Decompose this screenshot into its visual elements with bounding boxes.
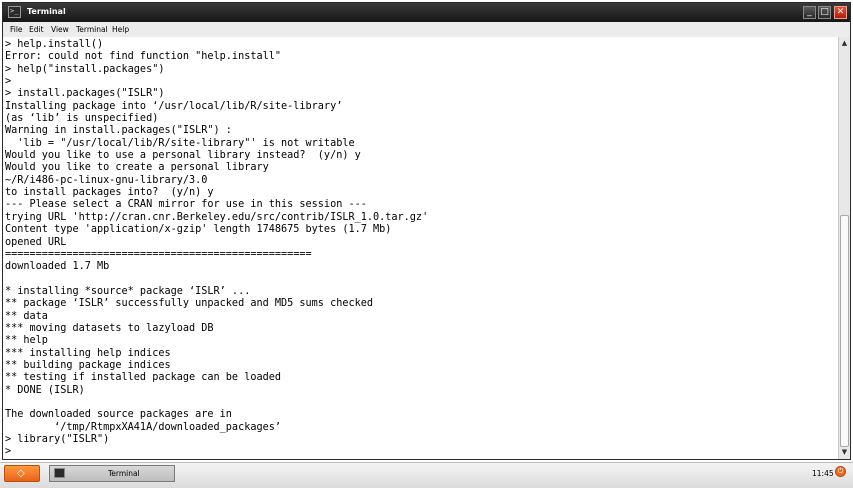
window-title: Terminal	[27, 7, 66, 16]
terminal-line: > library("ISLR")	[5, 434, 110, 445]
terminal-line: Would you like to create a personal libr…	[5, 162, 269, 174]
terminal-line: >	[5, 446, 12, 458]
terminal-window: >_ Terminal _ □ ✕ File Edit View Termina…	[2, 2, 851, 460]
scroll-up-icon[interactable]: ▲	[840, 39, 849, 48]
terminal-line: (as ‘lib’ is unspecified)	[5, 113, 159, 125]
terminal-line: ** building package indices	[5, 359, 171, 371]
power-icon[interactable]: ⏻	[835, 466, 846, 477]
terminal-line: ** package ‘ISLR’ successfully unpacked …	[5, 298, 374, 310]
terminal-line: > help("install.packages")	[5, 63, 165, 75]
terminal-line: The downloaded source packages are in	[5, 409, 232, 421]
clock: 11:45	[812, 469, 834, 478]
terminal-line: Installing package into ‘/usr/local/lib/…	[5, 100, 343, 112]
terminal-line: ~/R/i486-pc-linux-gnu-library/3.0	[5, 174, 208, 186]
terminal-line: Would you like to use a personal library…	[5, 150, 361, 162]
terminal-output[interactable]: > help.install() Error: could not find f…	[3, 37, 838, 459]
window-titlebar[interactable]: >_ Terminal _ □ ✕	[3, 3, 850, 22]
menu-file[interactable]: File	[10, 24, 23, 35]
terminal-text: > help.install() Error: could not find f…	[3, 37, 838, 459]
terminal-line: Error: could not find function "help.ins…	[5, 51, 282, 63]
start-button[interactable]: ◇	[4, 465, 40, 482]
terminal-line: 'lib = "/usr/local/lib/R/site-library"' …	[5, 137, 355, 149]
close-button[interactable]: ✕	[834, 6, 847, 19]
terminal-icon: >_	[8, 6, 21, 18]
menu-bar: File Edit View Terminal Help	[3, 22, 850, 38]
terminal-line: ** data	[5, 310, 48, 322]
terminal-line: to install packages into? (y/n) y	[5, 187, 214, 199]
terminal-line: > help.install()	[5, 39, 104, 50]
terminal-task-icon	[54, 468, 65, 478]
terminal-line: trying URL 'http://cran.cnr.Berkeley.edu…	[5, 211, 429, 223]
terminal-line: Warning in install.packages("ISLR") :	[5, 125, 232, 137]
terminal-line: opened URL	[5, 236, 67, 248]
menu-terminal[interactable]: Terminal	[76, 24, 108, 35]
scroll-down-icon[interactable]: ▼	[840, 448, 849, 457]
terminal-line: Content type 'application/x-gzip' length…	[5, 224, 392, 236]
terminal-line: ========================================…	[5, 248, 312, 260]
start-menu-icon: ◇	[17, 468, 25, 479]
terminal-line: ** help	[5, 335, 48, 347]
terminal-line: >	[5, 76, 12, 88]
terminal-line: > install.packages("ISLR")	[5, 88, 165, 100]
taskbar-terminal-label: Terminal	[108, 469, 140, 478]
minimize-button[interactable]: _	[803, 6, 816, 19]
menu-help[interactable]: Help	[112, 24, 129, 35]
terminal-line: *** installing help indices	[5, 347, 171, 359]
menu-view[interactable]: View	[51, 24, 69, 35]
vertical-scrollbar[interactable]: ▲ ▼	[838, 37, 850, 459]
maximize-button[interactable]: □	[818, 6, 831, 19]
terminal-line: *** moving datasets to lazyload DB	[5, 322, 214, 334]
terminal-line: --- Please select a CRAN mirror for use …	[5, 199, 367, 211]
menu-edit[interactable]: Edit	[29, 24, 44, 35]
terminal-line: ‘/tmp/RtmpxXA41A/downloaded_packages’	[5, 421, 282, 433]
terminal-line: * installing *source* package ‘ISLR’ ...	[5, 285, 251, 297]
terminal-line: ** testing if installed package can be l…	[5, 372, 282, 384]
terminal-line: downloaded 1.7 Mb	[5, 261, 110, 273]
taskbar-terminal-button[interactable]: Terminal	[49, 465, 175, 482]
taskbar: ◇ Terminal 11:45 ⏻	[0, 462, 853, 488]
scrollbar-thumb[interactable]	[840, 215, 849, 447]
terminal-line: * DONE (ISLR)	[5, 384, 85, 396]
